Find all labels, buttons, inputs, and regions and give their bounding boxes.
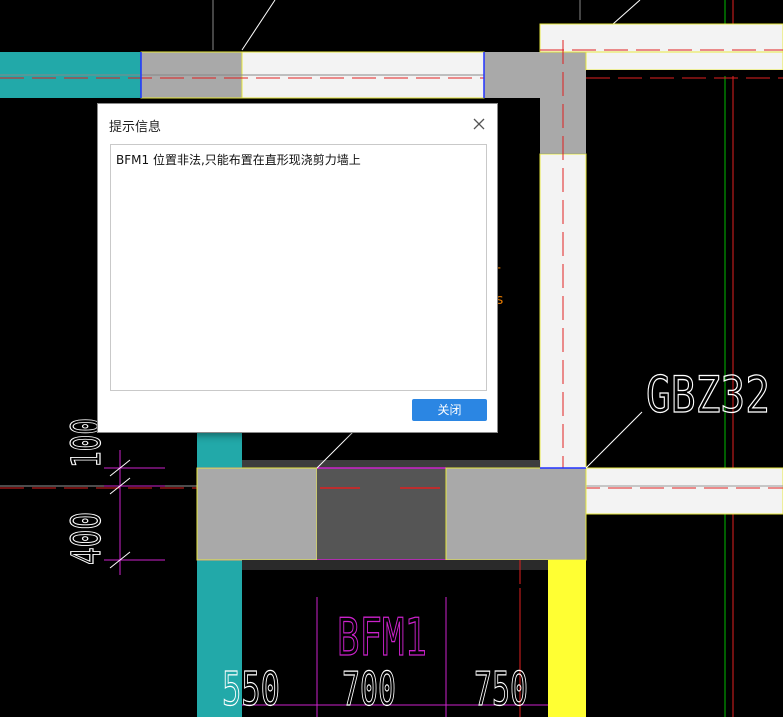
column-block (445, 467, 587, 561)
dimension-400-label: 400 (64, 512, 110, 565)
alert-dialog[interactable]: 提示信息 BFM1 位置非法,只能布置在直形现浇剪力墙上 关闭 (97, 103, 498, 433)
dimension-700-label: 700 (342, 662, 396, 716)
opening-shadow (242, 460, 540, 468)
message-textarea[interactable]: BFM1 位置非法,只能布置在直形现浇剪力墙上 (110, 144, 487, 391)
white-wall (585, 51, 783, 71)
bfm1-label: BFM1 (337, 608, 427, 668)
close-icon[interactable] (469, 114, 489, 134)
dialog-message: BFM1 位置非法,只能布置在直形现浇剪力墙上 (116, 153, 361, 167)
dimension-750-label: 750 (474, 662, 528, 716)
dark-wall (242, 560, 548, 570)
black-gap (586, 70, 783, 76)
gbz32-label: GBZ32 (646, 366, 770, 424)
teal-wall (197, 433, 242, 468)
dimension-550-label: 550 (222, 662, 280, 716)
white-wall (539, 23, 783, 53)
column-block (196, 467, 318, 561)
door-opening (317, 468, 446, 560)
close-button[interactable]: 关闭 (412, 399, 487, 421)
dialog-title: 提示信息 (109, 120, 162, 135)
yellow-column (548, 560, 586, 717)
white-wall (585, 467, 783, 515)
